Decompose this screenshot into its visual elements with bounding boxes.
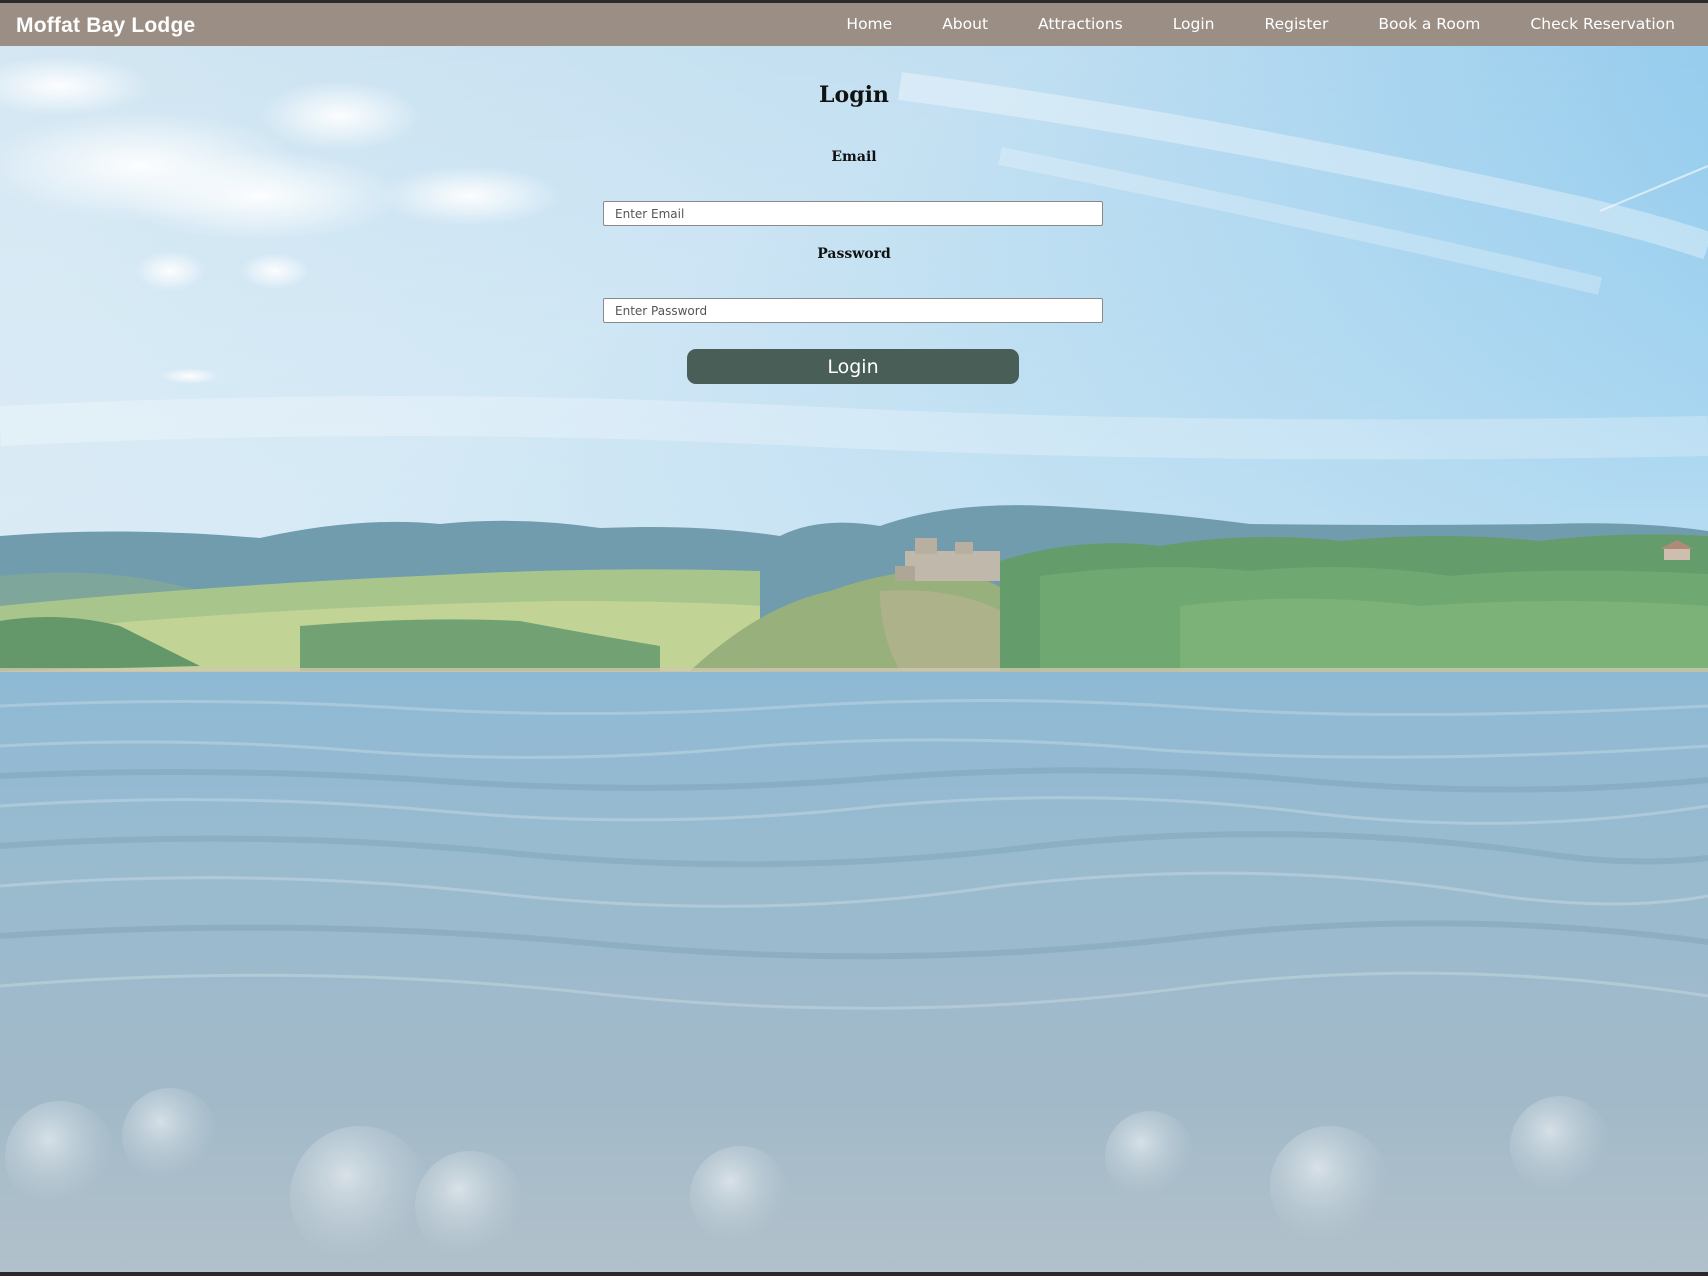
site-brand[interactable]: Moffat Bay Lodge (16, 14, 195, 38)
browser-viewport: Moffat Bay Lodge Home About Attractions … (0, 0, 1708, 1272)
nav-link-attractions[interactable]: Attractions (1038, 3, 1123, 46)
email-field[interactable] (603, 201, 1103, 226)
main-nav: Home About Attractions Login Register Bo… (846, 3, 1675, 46)
navbar: Moffat Bay Lodge Home About Attractions … (0, 3, 1708, 46)
nav-link-book-a-room[interactable]: Book a Room (1378, 3, 1480, 46)
background-lake-image (0, 46, 1708, 1272)
nav-link-home[interactable]: Home (846, 3, 892, 46)
nav-link-about[interactable]: About (942, 3, 988, 46)
email-label: Email (831, 149, 877, 165)
page-title: Login (819, 82, 889, 108)
login-submit-button[interactable]: Login (687, 349, 1019, 384)
password-field[interactable] (603, 298, 1103, 323)
nav-link-register[interactable]: Register (1265, 3, 1329, 46)
password-label: Password (817, 246, 891, 262)
nav-link-check-reservation[interactable]: Check Reservation (1530, 3, 1675, 46)
nav-link-login[interactable]: Login (1173, 3, 1215, 46)
